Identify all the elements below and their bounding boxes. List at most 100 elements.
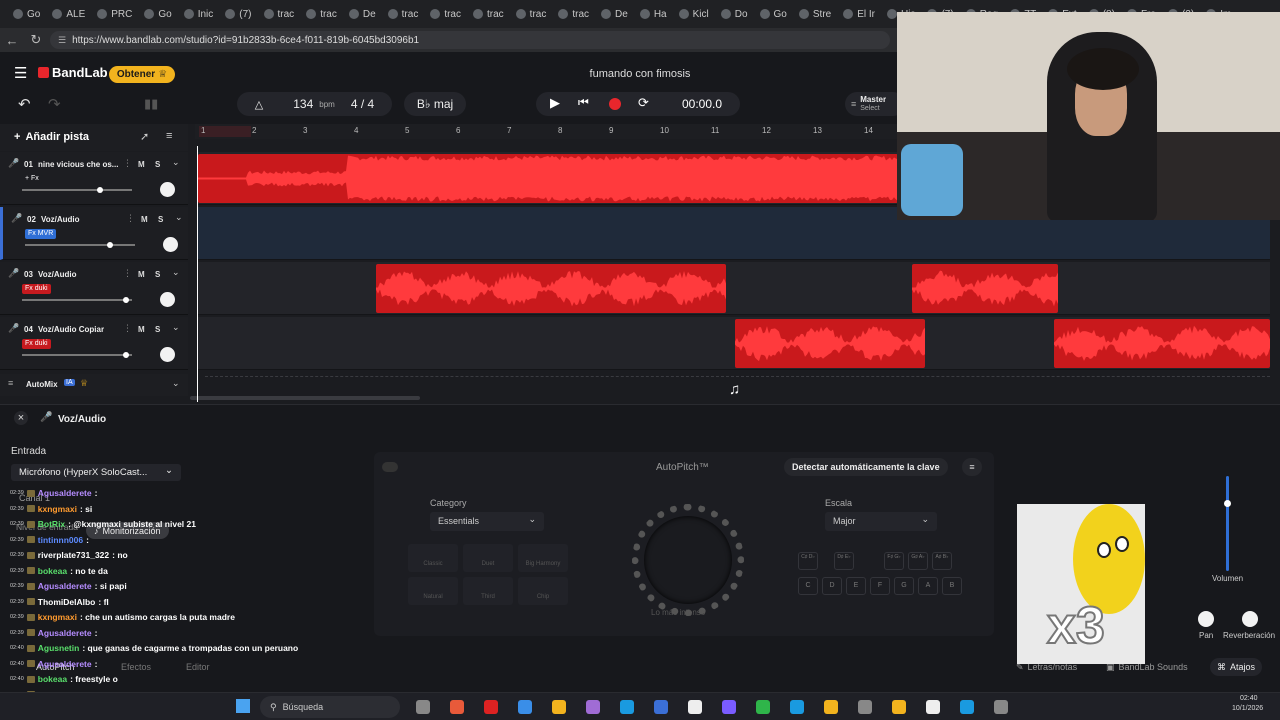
key-sharp[interactable]: A♯ B♭ <box>932 552 952 570</box>
key-natural[interactable]: E <box>846 577 866 595</box>
taskbar-app-icon[interactable] <box>586 700 600 714</box>
autopitch-settings-icon[interactable]: ≡ <box>962 458 982 476</box>
browser-tab[interactable]: (7) <box>220 3 256 25</box>
taskbar-app-icon[interactable] <box>926 700 940 714</box>
chat-username[interactable]: ThomiDelAlbo <box>38 597 96 607</box>
chat-username[interactable]: Agusalderete <box>38 659 92 669</box>
chevron-down-icon[interactable]: ⌄ <box>172 322 180 333</box>
taskbar-app-icon[interactable] <box>824 700 838 714</box>
key-natural[interactable]: F <box>870 577 890 595</box>
pitch-mode-natural[interactable]: Natural <box>408 577 458 605</box>
browser-tab[interactable]: Ha <box>635 3 672 25</box>
pitch-mode-classic[interactable]: Classic <box>408 544 458 572</box>
mixer-icon[interactable]: ▮▮ <box>144 96 158 112</box>
chat-username[interactable]: riverplate731_322 <box>38 550 109 560</box>
track-pan-knob[interactable] <box>160 292 175 307</box>
taskbar-app-icon[interactable] <box>858 700 872 714</box>
audio-clip[interactable] <box>912 264 1058 313</box>
taskbar-app-icon[interactable] <box>756 700 770 714</box>
chat-username[interactable]: Agusalderete <box>38 581 92 591</box>
loop-icon[interactable]: ⟳ <box>638 95 649 111</box>
key-sharp[interactable]: D♯ E♭ <box>834 552 854 570</box>
key-sharp[interactable]: G♯ A♭ <box>908 552 928 570</box>
key-sharp[interactable]: C♯ D♭ <box>798 552 818 570</box>
chat-username[interactable]: bokeaa <box>38 674 67 684</box>
mic-icon[interactable]: 🎤 <box>8 268 19 279</box>
taskbar-app-icon[interactable] <box>416 700 430 714</box>
browser-tab[interactable]: PRC <box>92 3 137 25</box>
metronome-icon[interactable]: △ <box>255 98 263 111</box>
key-pill[interactable]: B♭ maj <box>404 92 466 116</box>
track-volume-knob[interactable] <box>123 297 129 303</box>
mute-button[interactable]: M <box>138 325 145 334</box>
skip-back-icon[interactable]: ⏮ <box>578 95 589 110</box>
horizontal-scrollbar[interactable] <box>190 396 420 400</box>
track-volume-slider[interactable] <box>25 242 135 248</box>
track-pan-knob[interactable] <box>160 182 175 197</box>
track-fx-badge[interactable]: Fx duki <box>22 284 51 294</box>
pitch-mode-third[interactable]: Third <box>463 577 513 605</box>
obtener-button[interactable]: Obtener ♕ <box>109 66 175 83</box>
track-name[interactable]: Voz/Audio <box>41 215 80 224</box>
track-header[interactable]: 🎤 01 nine vicious che os... + Fx ⋮ M S ⌄ <box>0 152 188 205</box>
reverb-knob[interactable] <box>1242 611 1258 627</box>
pan-knob[interactable] <box>1198 611 1214 627</box>
taskbar-app-icon[interactable] <box>552 700 566 714</box>
browser-tab[interactable]: trac <box>301 3 342 25</box>
tempo-pill[interactable]: △ 134 bpm 4 / 4 <box>237 92 392 116</box>
browser-tab[interactable]: trac <box>511 3 552 25</box>
track-name[interactable]: nine vicious che os... <box>38 160 118 169</box>
browser-tab[interactable]: De <box>344 3 381 25</box>
wand-icon[interactable]: ➚ <box>140 130 149 143</box>
taskbar-app-icon[interactable] <box>960 700 974 714</box>
master-pill[interactable]: ≡ Master Select <box>845 92 905 116</box>
autopitch-toggle[interactable] <box>382 462 398 472</box>
more-dots-icon[interactable]: ⋮ <box>126 213 135 224</box>
track-header[interactable]: 🎤 04 Voz/Audio Copiar Fx duki ⋮ M S ⌄ <box>0 317 188 370</box>
more-dots-icon[interactable]: ⋮ <box>123 158 132 169</box>
settings-sliders-icon[interactable]: ≡ <box>166 130 172 142</box>
record-icon[interactable] <box>609 98 621 110</box>
chat-username[interactable]: kxngmaxi <box>38 612 77 622</box>
pitch-mode-big-harmony[interactable]: Big Harmony <box>518 544 568 572</box>
key-natural[interactable]: G <box>894 577 914 595</box>
chevron-down-icon[interactable]: ⌄ <box>172 157 180 168</box>
track-volume-knob[interactable] <box>123 352 129 358</box>
browser-tab[interactable]: ALE <box>47 3 90 25</box>
track-lane[interactable] <box>198 317 1270 370</box>
taskbar-app-icon[interactable] <box>688 700 702 714</box>
mute-button[interactable]: M <box>138 160 145 169</box>
track-volume-slider[interactable] <box>22 352 132 358</box>
volume-slider[interactable] <box>1224 476 1231 571</box>
atajos-link[interactable]: ⌘ Atajos <box>1210 658 1263 676</box>
key-natural[interactable]: C <box>798 577 818 595</box>
key-sharp[interactable]: F♯ G♭ <box>884 552 904 570</box>
browser-tab[interactable]: Do <box>716 3 753 25</box>
mic-select[interactable]: Micrófono (HyperX SoloCast... ⌄ <box>11 464 181 481</box>
browser-tab[interactable]: Go <box>139 3 176 25</box>
solo-button[interactable]: S <box>155 270 160 279</box>
category-select[interactable]: Essentials ⌄ <box>430 512 544 531</box>
track-header[interactable]: 🎤 03 Voz/Audio Fx duki ⋮ M S ⌄ <box>0 262 188 315</box>
playhead[interactable] <box>197 146 198 402</box>
browser-tab[interactable]: Inic <box>179 3 219 25</box>
chat-username[interactable]: Agusnetin <box>38 643 80 653</box>
solo-button[interactable]: S <box>155 325 160 334</box>
audio-clip[interactable] <box>1054 319 1270 368</box>
mic-icon[interactable]: 🎤 <box>8 158 19 169</box>
browser-tab[interactable]: Kicl <box>674 3 714 25</box>
track-pan-knob[interactable] <box>163 237 178 252</box>
track-fx-badge[interactable]: Fx duki <box>22 339 51 349</box>
pitch-mode-chip[interactable]: Chip <box>518 577 568 605</box>
site-settings-icon[interactable]: ☰ <box>58 35 66 46</box>
track-volume-slider[interactable] <box>22 187 132 193</box>
add-audio-icon[interactable]: ♫ <box>729 381 740 398</box>
play-icon[interactable]: ▶ <box>550 95 560 111</box>
undo-icon[interactable]: ↶ <box>18 95 31 113</box>
reload-icon[interactable]: ↻ <box>24 32 48 48</box>
browser-tab[interactable]: trac <box>553 3 594 25</box>
taskbar-app-icon[interactable] <box>450 700 464 714</box>
back-icon[interactable]: ← <box>0 33 24 48</box>
automix-row[interactable]: ≡ AutoMix IA ♕ ⌄ <box>0 374 188 396</box>
taskbar-app-icon[interactable] <box>518 700 532 714</box>
